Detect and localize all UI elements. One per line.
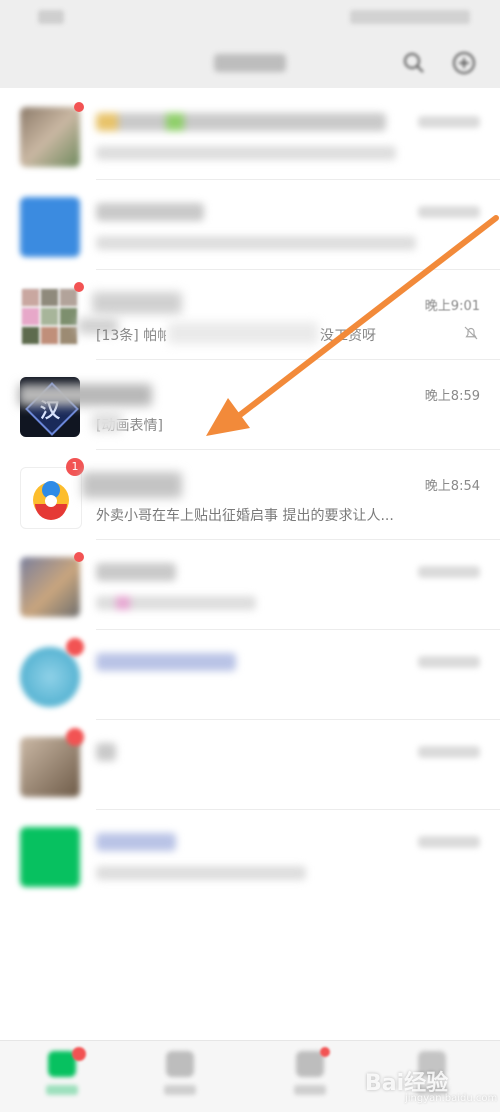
chat-preview-masked	[92, 412, 122, 432]
chat-row[interactable]	[0, 540, 500, 630]
contacts-icon	[166, 1051, 194, 1077]
chat-list: 晚上9:01 [13条] 帕帕 没工资呀 汉 晚上8:59 [动画表情] 1 晚…	[0, 90, 500, 900]
qq-news-logo-icon	[33, 481, 69, 520]
chat-name-blurred	[96, 563, 176, 581]
compass-icon	[296, 1051, 324, 1077]
chat-row[interactable]	[0, 630, 500, 720]
status-bar	[0, 0, 500, 38]
unread-dot	[74, 102, 84, 112]
chat-preview-blurred	[96, 596, 256, 610]
chat-time-blurred	[418, 566, 480, 578]
chat-preview-blurred	[96, 236, 416, 250]
chat-preview: 没工资呀	[320, 328, 376, 344]
chat-name-blurred	[96, 653, 236, 671]
chat-row[interactable]	[0, 90, 500, 180]
group-avatar	[20, 107, 80, 167]
chat-time-blurred	[418, 116, 480, 128]
chat-preview-blurred	[96, 146, 396, 160]
chat-time: 晚上8:59	[424, 389, 480, 404]
group-avatar	[20, 557, 80, 617]
watermark-sub: jingyan.baidu.com	[405, 1093, 498, 1104]
chat-time-blurred	[418, 656, 480, 668]
chat-row[interactable]	[0, 720, 500, 810]
unread-dot	[74, 552, 84, 562]
chat-row[interactable]: 1 晚上8:54 外卖小哥在车上贴出征婚启事 提出的要求让人...	[0, 450, 500, 540]
chat-row[interactable]: 晚上9:01 [13条] 帕帕 没工资呀	[0, 270, 500, 360]
chat-row[interactable]	[0, 180, 500, 270]
search-icon[interactable]	[402, 51, 426, 75]
unread-dot	[72, 1047, 86, 1061]
chat-name-masked	[92, 292, 182, 314]
unread-dot	[320, 1047, 330, 1057]
tab-chats[interactable]	[42, 1047, 86, 1099]
plus-icon[interactable]	[452, 51, 476, 75]
chat-avatar	[20, 827, 80, 887]
chat-name-masked	[82, 472, 182, 498]
chat-name-blurred	[96, 743, 116, 761]
chat-name-masked	[18, 384, 152, 406]
page-title-blurred	[214, 54, 286, 72]
tab-discover[interactable]	[290, 1047, 330, 1099]
chat-time-blurred	[418, 836, 480, 848]
chat-avatar	[20, 647, 80, 707]
unread-badge	[66, 728, 84, 746]
unread-badge	[66, 638, 84, 656]
chat-preview: [13条] 帕帕	[96, 328, 166, 344]
chat-time-blurred	[418, 746, 480, 758]
chat-preview: 外卖小哥在车上贴出征婚启事 提出的要求让人...	[96, 508, 394, 524]
qq-news-avatar	[20, 467, 82, 529]
bell-muted-icon	[464, 326, 478, 340]
app-avatar	[20, 197, 80, 257]
chat-preview-masked	[168, 322, 318, 344]
group-avatar	[20, 287, 80, 347]
chat-time: 晚上9:01	[424, 299, 480, 314]
status-time-blurred	[38, 10, 64, 24]
status-icons-blurred	[350, 10, 470, 24]
chat-name-blurred	[96, 833, 176, 851]
chat-name-blurred	[96, 113, 386, 131]
chat-row[interactable]	[0, 810, 500, 900]
chat-time: 晚上8:54	[424, 479, 480, 494]
chat-avatar	[20, 737, 80, 797]
unread-dot	[74, 282, 84, 292]
top-bar	[0, 38, 500, 88]
chat-row[interactable]: 汉 晚上8:59 [动画表情]	[0, 360, 500, 450]
chat-preview-blurred	[96, 866, 306, 880]
chat-time-blurred	[418, 206, 480, 218]
tab-contacts[interactable]	[160, 1049, 200, 1099]
chat-name-blurred	[96, 203, 204, 221]
